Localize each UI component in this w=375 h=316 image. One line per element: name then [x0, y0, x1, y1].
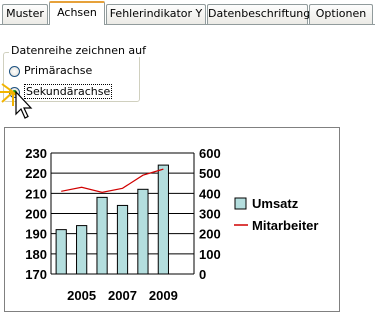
chart-panel: 170 180 190 200 210 220 230 0 100 200 300 400 500 600… — [4, 127, 340, 312]
y-tick-primary: 170 — [25, 267, 47, 282]
tab-datenbeschriftung[interactable]: Datenbeschriftung — [207, 4, 310, 24]
x-tick-label: 2007 — [108, 288, 137, 303]
tab-fehlerindikator-y[interactable]: Fehlerindikator Y — [106, 4, 206, 24]
y-tick-secondary: 600 — [199, 146, 221, 161]
bar-umsatz — [96, 196, 108, 275]
tab-achsen[interactable]: Achsen — [49, 1, 105, 25]
bar-umsatz — [157, 164, 169, 275]
bar-umsatz — [76, 225, 88, 275]
mouse-pointer-icon — [0, 83, 33, 119]
bar-umsatz — [137, 188, 149, 275]
y-tick-secondary: 100 — [199, 247, 221, 262]
y-tick-primary: 230 — [25, 146, 47, 161]
tab-bar: Muster Achsen Fehlerindikator Y Datenbes… — [0, 0, 375, 25]
y-tick-secondary: 300 — [199, 207, 221, 222]
tab-optionen[interactable]: Optionen — [309, 4, 373, 24]
y-tick-primary: 200 — [25, 207, 47, 222]
legend-label-umsatz: Umsatz — [252, 196, 299, 211]
axis-group-title: Datenreihe zeichnen auf — [9, 44, 149, 57]
legend-swatch-umsatz — [234, 197, 247, 210]
y-tick-primary: 180 — [25, 247, 47, 262]
y-tick-secondary: 400 — [199, 186, 221, 201]
bar-umsatz — [55, 229, 67, 275]
y-tick-primary: 210 — [25, 186, 47, 201]
y-tick-secondary: 200 — [199, 227, 221, 242]
y-tick-secondary: 500 — [199, 166, 221, 181]
y-tick-primary: 190 — [25, 227, 47, 242]
chart: 170 180 190 200 210 220 230 0 100 200 300 400 500 600… — [25, 146, 318, 303]
x-tick-label: 2009 — [149, 288, 178, 303]
radio-primary-label: Primärachse — [24, 64, 93, 77]
tab-muster[interactable]: Muster — [2, 4, 48, 24]
y-tick-primary: 220 — [25, 166, 47, 181]
bar-umsatz — [116, 204, 129, 275]
radio-primary[interactable] — [9, 65, 20, 77]
radio-primary-row[interactable]: Primärachse — [9, 63, 92, 79]
legend-label-mitarbeiter: Mitarbeiter — [252, 218, 318, 233]
y-tick-secondary: 0 — [199, 267, 206, 282]
x-tick-label: 2005 — [67, 288, 96, 303]
